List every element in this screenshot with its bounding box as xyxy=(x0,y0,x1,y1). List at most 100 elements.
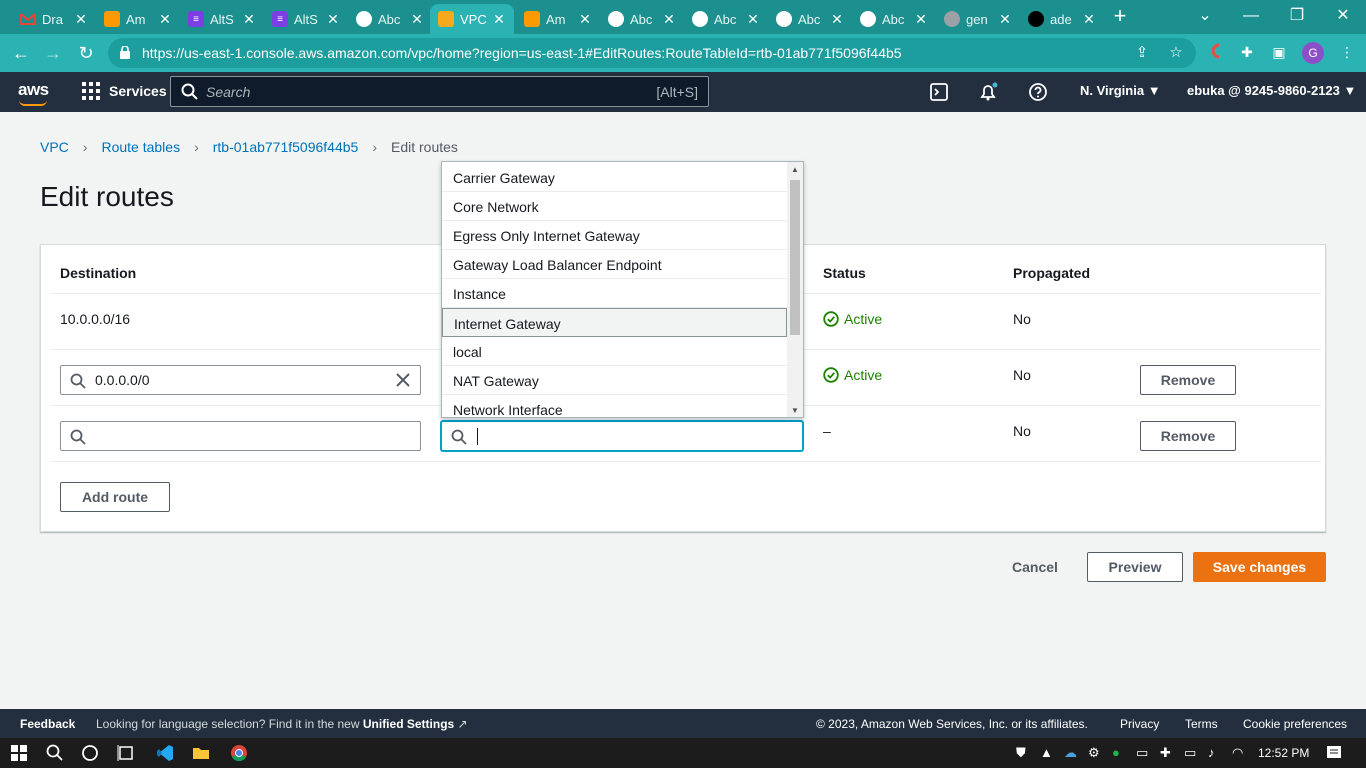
task-view-icon[interactable] xyxy=(116,743,136,763)
window-close-button[interactable]: ✕ xyxy=(1320,0,1366,32)
search-input[interactable]: Search [Alt+S] xyxy=(170,76,709,107)
settings-icon[interactable]: ⚙ xyxy=(1088,745,1104,761)
cortana-icon[interactable] xyxy=(80,743,100,763)
search-icon[interactable] xyxy=(45,743,65,763)
add-route-button[interactable]: Add route xyxy=(60,482,170,512)
vscode-icon[interactable] xyxy=(155,743,175,763)
scroll-down-icon[interactable]: ▼ xyxy=(791,406,799,415)
close-icon[interactable]: ✕ xyxy=(746,11,760,28)
taskbar-clock[interactable]: 12:52 PM xyxy=(1258,746,1309,760)
breadcrumb-vpc[interactable]: VPC xyxy=(40,139,69,155)
breadcrumb-route-tables[interactable]: Route tables xyxy=(101,139,180,155)
share-icon[interactable]: ⇪ xyxy=(1132,43,1152,63)
browser-tab[interactable]: ≡ AltS ✕ xyxy=(264,4,348,34)
close-icon[interactable]: ✕ xyxy=(326,11,340,28)
close-icon[interactable]: ✕ xyxy=(1082,11,1096,28)
dropdown-scrollbar[interactable]: ▲ ▼ xyxy=(787,162,803,417)
destination-input[interactable] xyxy=(60,421,421,451)
browser-tab[interactable]: Dra ✕ xyxy=(12,4,96,34)
address-bar[interactable]: https://us-east-1.console.aws.amazon.com… xyxy=(108,38,1196,68)
minimize-button[interactable]: — xyxy=(1228,0,1274,32)
extension-icon[interactable] xyxy=(1205,42,1225,62)
region-selector[interactable]: N. Virginia ▼ xyxy=(1080,83,1161,98)
dropdown-option-highlighted[interactable]: Internet Gateway xyxy=(442,308,787,337)
close-icon[interactable]: ✕ xyxy=(662,11,676,28)
scroll-up-icon[interactable]: ▲ xyxy=(791,165,799,174)
browser-tab[interactable]: Abc ✕ xyxy=(684,4,768,34)
new-tab-button[interactable]: + xyxy=(1108,4,1132,30)
star-icon[interactable]: ☆ xyxy=(1166,43,1186,63)
browser-tab[interactable]: ade ✕ xyxy=(1020,4,1104,34)
dropdown-option[interactable]: local xyxy=(442,337,787,366)
windows-start-icon[interactable] xyxy=(9,743,29,763)
dropdown-option[interactable]: Network Interface xyxy=(442,395,787,417)
services-menu[interactable]: Services xyxy=(82,82,167,100)
cookie-preferences-link[interactable]: Cookie preferences xyxy=(1243,717,1347,731)
bell-icon[interactable] xyxy=(978,82,998,102)
back-button[interactable]: ← xyxy=(8,40,34,66)
target-input[interactable] xyxy=(441,421,803,451)
display-icon[interactable]: ▭ xyxy=(1136,745,1152,761)
account-menu[interactable]: ebuka @ 9245-9860-2123 ▼ xyxy=(1187,83,1356,98)
tab-search-icon[interactable]: ⌄ xyxy=(1182,0,1228,32)
destination-input[interactable]: 0.0.0.0/0 xyxy=(60,365,421,395)
clear-icon[interactable] xyxy=(394,371,412,389)
battery-icon[interactable]: ▭ xyxy=(1184,745,1200,761)
aws-logo[interactable]: aws xyxy=(18,80,49,106)
browser-tab[interactable]: Am ✕ xyxy=(516,4,600,34)
close-icon[interactable]: ✕ xyxy=(492,11,506,28)
notification-icon[interactable] xyxy=(1324,743,1344,763)
more-icon[interactable]: ⋮ xyxy=(1337,42,1357,62)
close-icon[interactable]: ✕ xyxy=(914,11,928,28)
close-icon[interactable]: ✕ xyxy=(410,11,424,28)
terms-link[interactable]: Terms xyxy=(1185,717,1218,731)
file-explorer-icon[interactable] xyxy=(191,743,211,763)
remove-button[interactable]: Remove xyxy=(1140,365,1236,395)
chrome-icon[interactable] xyxy=(229,743,249,763)
close-icon[interactable]: ✕ xyxy=(578,11,592,28)
onedrive-icon[interactable]: ☁ xyxy=(1064,745,1080,761)
shield-icon[interactable]: ⛊ xyxy=(1016,745,1032,761)
volume-icon[interactable]: ♪ xyxy=(1208,745,1224,761)
unified-settings-link[interactable]: Unified Settings xyxy=(363,717,454,731)
security-icon[interactable]: ✚ xyxy=(1160,745,1176,761)
cancel-button[interactable]: Cancel xyxy=(1012,559,1058,575)
browser-tab[interactable]: Am ✕ xyxy=(96,4,180,34)
remove-button[interactable]: Remove xyxy=(1140,421,1236,451)
wifi-icon[interactable]: ◠ xyxy=(1232,745,1248,761)
close-icon[interactable]: ✕ xyxy=(830,11,844,28)
close-icon[interactable]: ✕ xyxy=(242,11,256,28)
app-tray-icon[interactable]: ● xyxy=(1112,745,1128,761)
browser-tab[interactable]: Abc ✕ xyxy=(600,4,684,34)
profile-avatar[interactable]: G xyxy=(1302,42,1324,64)
save-changes-button[interactable]: Save changes xyxy=(1193,552,1326,582)
scrollbar-thumb[interactable] xyxy=(790,180,800,335)
breadcrumb-route-table-id[interactable]: rtb-01ab771f5096f44b5 xyxy=(213,139,359,155)
close-icon[interactable]: ✕ xyxy=(158,11,172,28)
feedback-link[interactable]: Feedback xyxy=(20,717,75,731)
forward-button[interactable]: → xyxy=(40,40,66,66)
dropdown-option[interactable]: Instance xyxy=(442,279,787,308)
dropdown-option[interactable]: Egress Only Internet Gateway xyxy=(442,221,787,250)
privacy-link[interactable]: Privacy xyxy=(1120,717,1159,731)
help-icon[interactable] xyxy=(1028,82,1048,102)
close-icon[interactable]: ✕ xyxy=(998,11,1012,28)
drive-icon[interactable]: ▲ xyxy=(1040,745,1056,761)
browser-tab[interactable]: ≡ AltS ✕ xyxy=(180,4,264,34)
dropdown-option[interactable]: NAT Gateway xyxy=(442,366,787,395)
sidebar-icon[interactable]: ▣ xyxy=(1269,42,1289,62)
puzzle-icon[interactable]: ✚ xyxy=(1237,42,1257,62)
dropdown-option[interactable]: Gateway Load Balancer Endpoint xyxy=(442,250,787,279)
dropdown-option[interactable]: Core Network xyxy=(442,192,787,221)
browser-tab-active[interactable]: VPC ✕ xyxy=(430,4,514,34)
dropdown-option[interactable]: Carrier Gateway xyxy=(442,163,787,192)
browser-tab[interactable]: Abc ✕ xyxy=(348,4,432,34)
browser-tab[interactable]: Abc ✕ xyxy=(768,4,852,34)
restore-button[interactable]: ❐ xyxy=(1274,0,1320,32)
cloudshell-icon[interactable] xyxy=(929,82,949,102)
preview-button[interactable]: Preview xyxy=(1087,552,1183,582)
browser-tab[interactable]: gen ✕ xyxy=(936,4,1020,34)
browser-tab[interactable]: Abc ✕ xyxy=(852,4,936,34)
close-icon[interactable]: ✕ xyxy=(74,11,88,28)
reload-button[interactable]: ↻ xyxy=(73,40,99,66)
